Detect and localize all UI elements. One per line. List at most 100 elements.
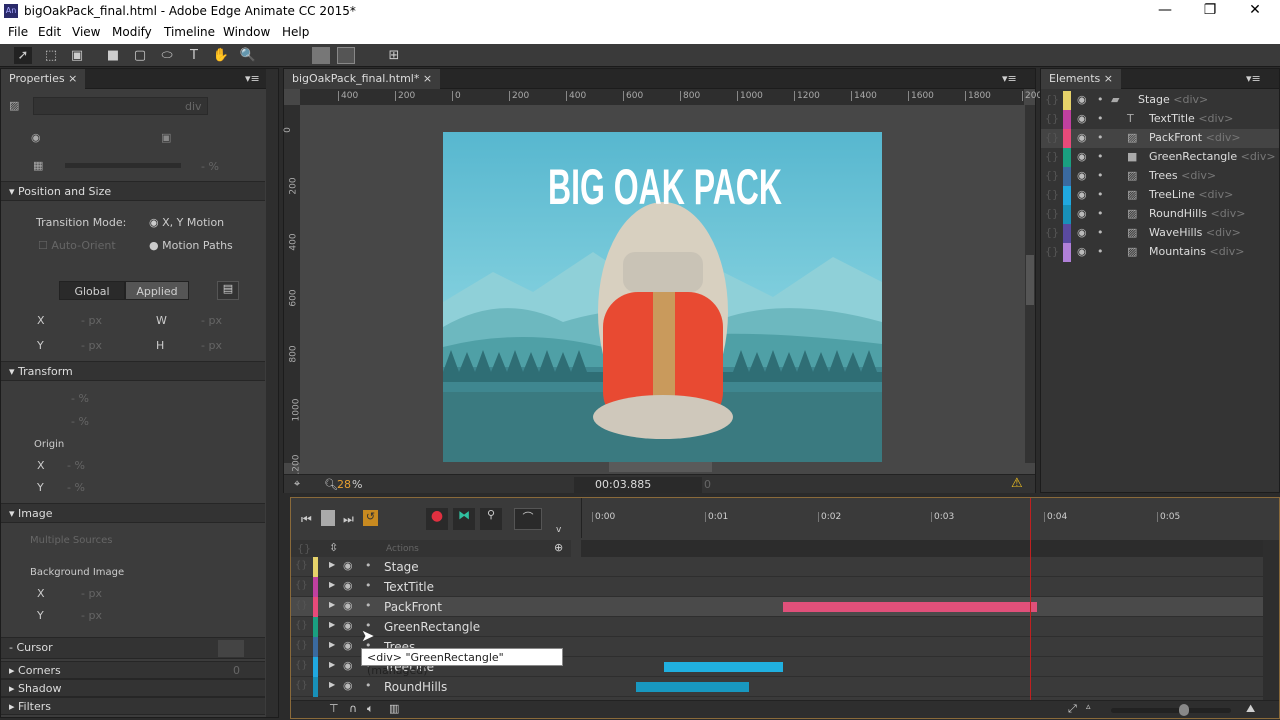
expand-icon[interactable]: v	[556, 525, 561, 535]
timeline-row-roundhills[interactable]: {} ▶ ◉ • RoundHills	[291, 677, 1263, 697]
lock-dot-icon[interactable]: •	[1097, 169, 1104, 182]
zoom-tool-icon[interactable]: 🔍	[239, 47, 257, 64]
eye-icon[interactable]: ◉	[1077, 131, 1087, 144]
pin-icon[interactable]: ⚲	[480, 508, 502, 530]
actions-brace-icon[interactable]: {}	[1045, 150, 1059, 163]
eye-icon[interactable]: ◉	[343, 619, 353, 632]
text-tool-icon[interactable]: T	[185, 47, 203, 64]
auto-keyframe-icon[interactable]: ●	[426, 508, 448, 530]
lock-dot-icon[interactable]: •	[1097, 245, 1104, 258]
element-row-greenrectangle[interactable]: {} ◉ • ■ GreenRectangle <div>	[1041, 148, 1279, 167]
actions-brace-icon[interactable]: {}	[295, 580, 308, 591]
filter-icon[interactable]: ⊤	[329, 702, 339, 715]
section-filters[interactable]: ▸ Filters	[1, 697, 265, 715]
actions-brace-icon[interactable]: {}	[295, 560, 308, 571]
lock-dot-icon[interactable]: •	[365, 599, 372, 612]
transition-bar[interactable]	[664, 662, 784, 672]
close-button[interactable]: ✕	[1240, 2, 1270, 18]
go-to-start-icon[interactable]: ⏮	[301, 512, 312, 527]
panel-menu-icon[interactable]: ▾≡	[245, 72, 260, 85]
element-row-stage[interactable]: {} ◉ • ▰ Stage <div>	[1041, 91, 1279, 110]
menu-view[interactable]: View	[72, 25, 100, 39]
frame-offset[interactable]: 0	[704, 478, 711, 491]
lock-dot-icon[interactable]: •	[1097, 93, 1104, 106]
actions-brace-icon[interactable]: {}	[1045, 226, 1059, 239]
lock-dot-icon[interactable]: •	[1097, 207, 1104, 220]
section-shadow[interactable]: ▸ Shadow	[1, 679, 265, 697]
opacity-slider[interactable]	[65, 163, 181, 168]
actions-brace-icon[interactable]: {}	[295, 640, 308, 651]
expand-triangle-icon[interactable]: ▶	[329, 560, 335, 569]
lock-dot-icon[interactable]: •	[1097, 226, 1104, 239]
eye-icon[interactable]: ◉	[343, 559, 353, 572]
eye-icon[interactable]: ◉	[1077, 245, 1087, 258]
time-ruler[interactable]: 0:00 0:01 0:02 0:03 0:04 0:05	[581, 498, 1263, 538]
panel-menu-icon[interactable]: ▾≡	[1246, 72, 1261, 85]
element-row-packfront[interactable]: {} ◉ • ▨ PackFront <div>	[1041, 129, 1279, 148]
eye-icon[interactable]: ◉	[343, 659, 353, 672]
menu-timeline[interactable]: Timeline	[164, 25, 215, 39]
maximize-button[interactable]: ❐	[1195, 2, 1225, 18]
actions-brace-icon[interactable]: {}	[1045, 112, 1059, 125]
lock-dot-icon[interactable]: •	[1097, 112, 1104, 125]
eye-icon[interactable]: ◉	[1077, 226, 1087, 239]
motion-paths-radio[interactable]: ● Motion Paths	[149, 239, 233, 252]
audio-icon[interactable]: 🔈︎	[367, 702, 374, 716]
element-row-mountains[interactable]: {} ◉ • ▨ Mountains <div>	[1041, 243, 1279, 262]
stage-h-scrollbar[interactable]	[609, 462, 712, 472]
section-transform[interactable]: ▾ Transform	[1, 361, 265, 381]
grid-icon[interactable]: ⊞	[385, 47, 403, 64]
element-row-wavehills[interactable]: {} ◉ • ▨ WaveHills <div>	[1041, 224, 1279, 243]
fill-color-swatch[interactable]	[312, 47, 330, 64]
timeline-zoom-slider[interactable]	[1111, 708, 1231, 713]
eye-icon[interactable]: ◉	[1077, 207, 1087, 220]
timeline-row-greenrectangle[interactable]: {} ▶ ◉ • GreenRectangle	[291, 617, 1263, 637]
crosshair-icon[interactable]: ⌖	[294, 477, 300, 491]
stop-button[interactable]	[321, 510, 335, 526]
w-value[interactable]: - px	[201, 314, 222, 327]
eye-icon[interactable]: ◉	[1077, 188, 1087, 201]
stage-v-scrollbar[interactable]	[1025, 105, 1035, 463]
eye-icon[interactable]: ◉	[1077, 93, 1087, 106]
expand-triangle-icon[interactable]: ▶	[329, 580, 335, 589]
menu-file[interactable]: File	[8, 25, 28, 39]
global-toggle[interactable]: Global	[59, 281, 125, 300]
xy-motion-radio[interactable]: ◉ X, Y Motion	[149, 216, 224, 229]
actions-brace-icon[interactable]: {}	[1045, 169, 1059, 182]
grid-options-icon[interactable]: ▥	[389, 702, 399, 715]
timeline-zoom-thumb[interactable]	[1179, 704, 1189, 716]
actions-brace-icon[interactable]: {}	[1045, 188, 1059, 201]
go-to-end-icon[interactable]: ⏭	[343, 512, 354, 527]
actions-brace-icon[interactable]: {}	[295, 600, 308, 611]
minimize-button[interactable]: —	[1150, 2, 1180, 18]
expand-triangle-icon[interactable]: ▶	[329, 660, 335, 669]
eye-icon[interactable]: ◉	[343, 579, 353, 592]
loop-icon[interactable]: ↺	[363, 510, 378, 526]
x-value[interactable]: - px	[81, 314, 102, 327]
actions-brace-icon[interactable]: {}	[1045, 93, 1059, 106]
ellipse-tool-icon[interactable]: ⬭	[158, 47, 176, 64]
expand-triangle-icon[interactable]: ▶	[329, 640, 335, 649]
fit-icon[interactable]: ⤢	[1068, 702, 1077, 716]
scale-y-value[interactable]: - %	[71, 415, 89, 428]
menu-help[interactable]: Help	[282, 25, 309, 39]
eye-icon[interactable]: ◉	[1077, 150, 1087, 163]
tab-document[interactable]: bigOakPack_final.html* ×	[284, 69, 441, 89]
actions-brace-icon[interactable]: {}	[295, 620, 308, 631]
expand-triangle-icon[interactable]: ▶	[329, 680, 335, 689]
expand-triangle-icon[interactable]: ▶	[329, 600, 335, 609]
actions-brace-icon[interactable]: {}	[1045, 131, 1059, 144]
element-id-input[interactable]	[33, 97, 208, 115]
menu-window[interactable]: Window	[223, 25, 270, 39]
add-action-icon[interactable]: ⊕	[554, 541, 563, 554]
element-row-texttitle[interactable]: {} ◉ • T TextTitle <div>	[1041, 110, 1279, 129]
scale-x-value[interactable]: - %	[71, 392, 89, 405]
rounded-rectangle-tool-icon[interactable]: ▢	[131, 47, 149, 64]
snap-icon[interactable]: ∩	[349, 702, 357, 715]
eye-icon[interactable]: ◉	[1077, 169, 1087, 182]
origin-y-value[interactable]: - %	[67, 481, 85, 494]
lock-dot-icon[interactable]: •	[1097, 150, 1104, 163]
h-value[interactable]: - px	[201, 339, 222, 352]
expand-triangle-icon[interactable]: ▶	[329, 620, 335, 629]
transition-bar[interactable]	[783, 602, 1038, 612]
